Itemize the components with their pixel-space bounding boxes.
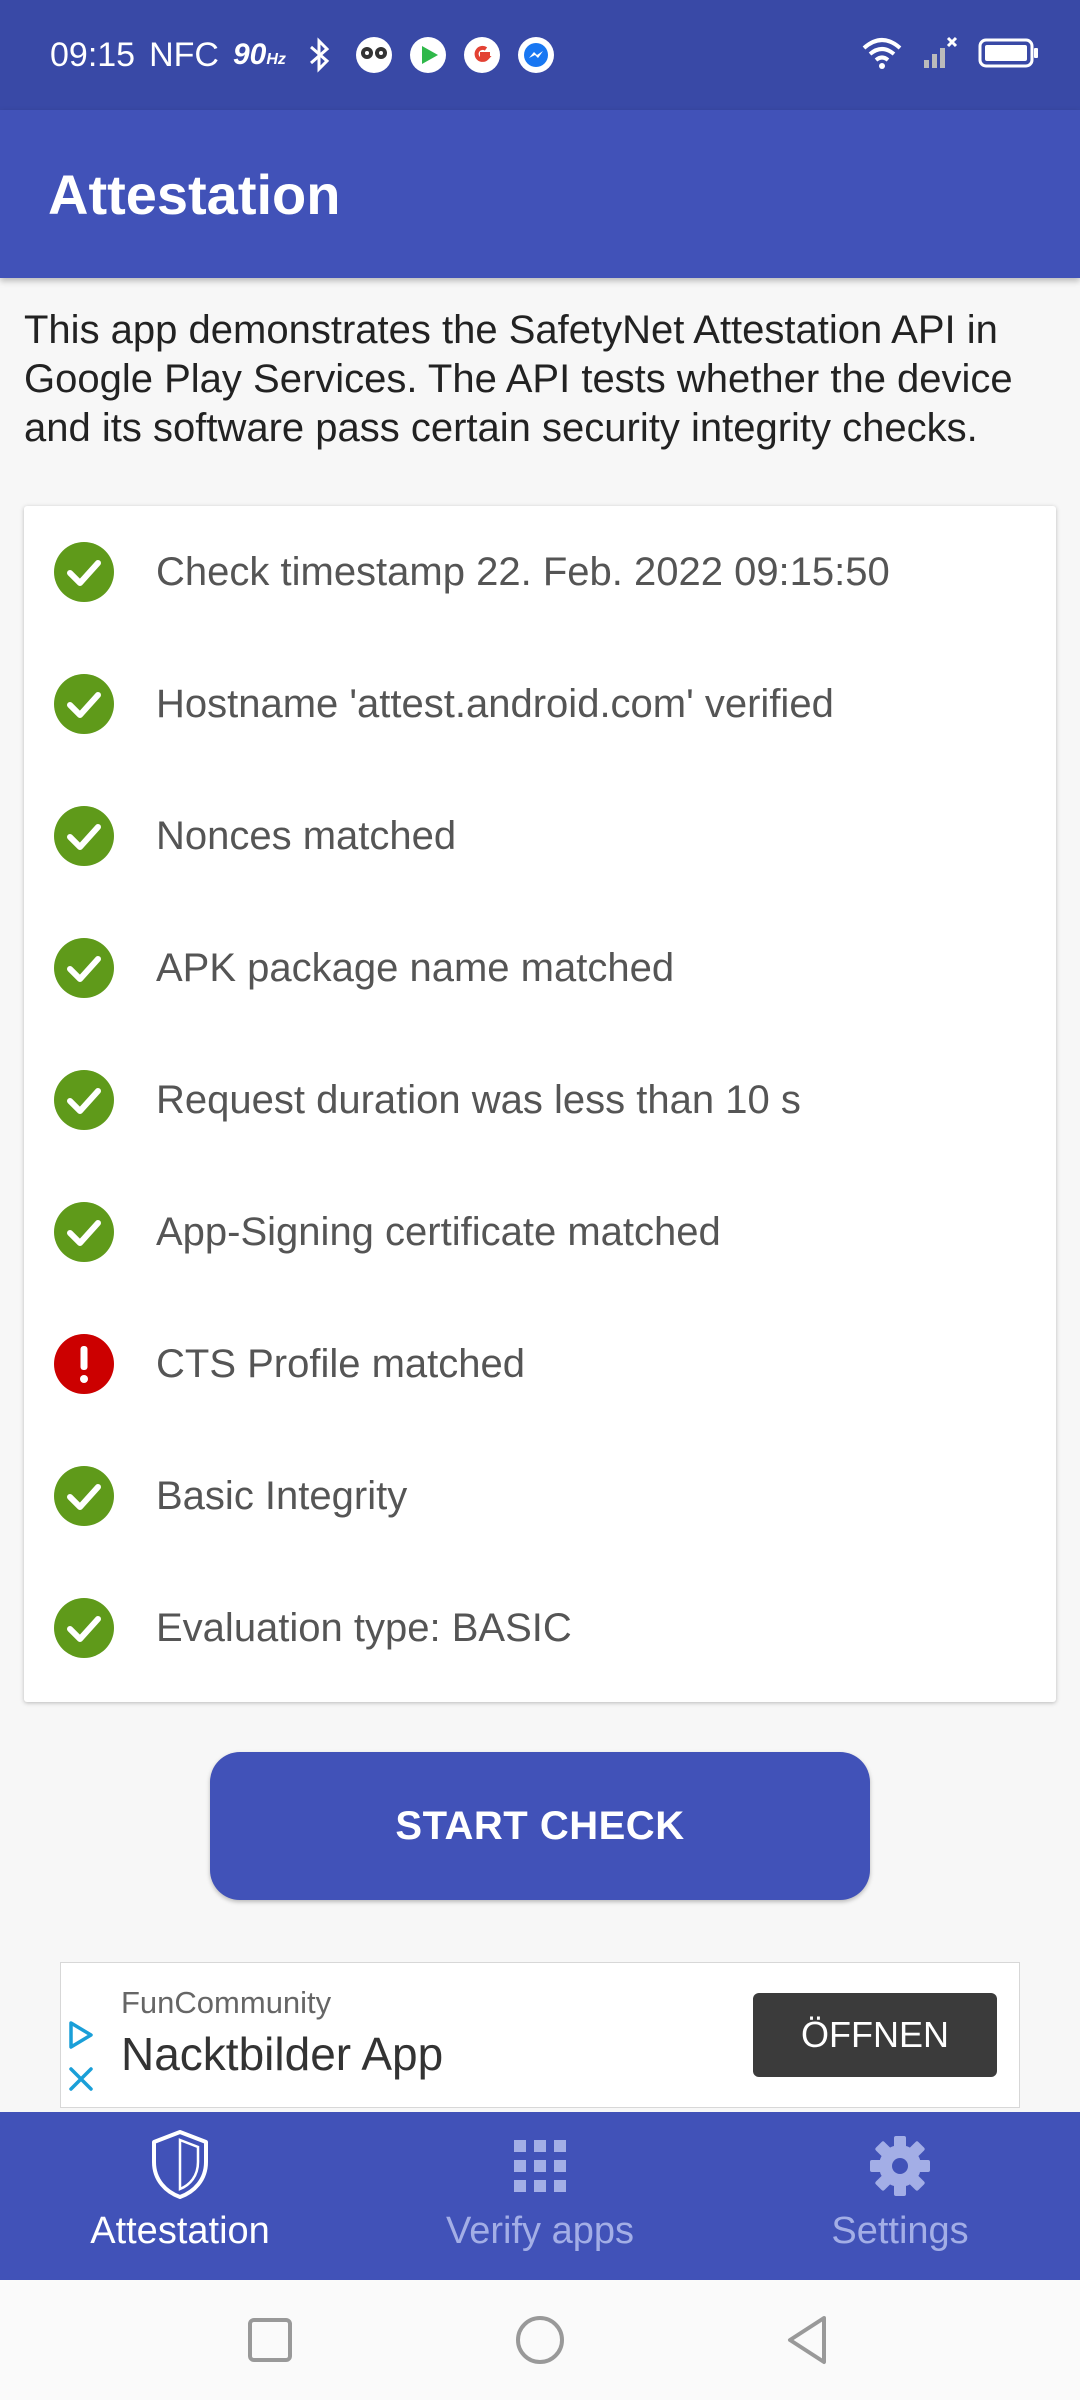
check-label: APK package name matched	[156, 945, 675, 990]
status-nfc: NFC	[149, 35, 219, 74]
nav-label: Settings	[831, 2210, 969, 2252]
intro-text: This app demonstrates the SafetyNet Atte…	[24, 308, 1013, 450]
check-row-timestamp: Check timestamp 22. Feb. 2022 09:15:50	[24, 506, 1056, 638]
check-label: Evaluation type: BASIC	[156, 1605, 572, 1650]
check-row-hostname: Hostname 'attest.android.com' verified	[24, 638, 1056, 770]
home-icon[interactable]	[510, 2310, 570, 2370]
check-pass-icon	[54, 542, 114, 602]
check-pass-icon	[54, 1466, 114, 1526]
apps-grid-icon	[514, 2140, 566, 2192]
status-refresh-rate: 90Hz	[232, 38, 286, 71]
check-fail-icon	[54, 1334, 114, 1394]
ad-headline[interactable]: Nacktbilder App	[121, 2027, 443, 2081]
check-pass-icon	[54, 674, 114, 734]
results-card: Check timestamp 22. Feb. 2022 09:15:50 H…	[24, 506, 1056, 1702]
check-label: Request duration was less than 10 s	[156, 1077, 801, 1122]
check-pass-icon	[54, 1598, 114, 1658]
nav-item-settings[interactable]: Settings	[720, 2112, 1080, 2280]
check-label: Hostname 'attest.android.com' verified	[156, 681, 834, 726]
check-label: Basic Integrity	[156, 1473, 408, 1518]
nav-label: Verify apps	[446, 2210, 634, 2252]
app-bar: Attestation	[0, 110, 1080, 278]
nav-label: Attestation	[90, 2210, 270, 2252]
signal-icon	[922, 36, 958, 75]
ad-advertiser: FunCommunity	[121, 1985, 332, 2020]
check-pass-icon	[54, 1070, 114, 1130]
page-title: Attestation	[48, 163, 341, 226]
ad-open-button[interactable]: ÖFFNEN	[753, 1993, 997, 2077]
check-label: Check timestamp 22. Feb. 2022 09:15:50	[156, 549, 890, 594]
start-check-button[interactable]: START CHECK	[210, 1752, 870, 1900]
check-row-nonces: Nonces matched	[24, 770, 1056, 902]
status-time: 09:15	[50, 35, 136, 74]
battery-icon	[978, 37, 1040, 74]
google-icon	[462, 35, 502, 75]
check-pass-icon	[54, 938, 114, 998]
gear-icon	[870, 2136, 930, 2196]
system-navigation-bar	[0, 2280, 1080, 2400]
owl-app-icon	[354, 35, 394, 75]
ad-banner[interactable]: FunCommunity Nacktbilder App ÖFFNEN	[60, 1962, 1020, 2108]
recent-apps-icon[interactable]	[240, 2310, 300, 2370]
check-label: CTS Profile matched	[156, 1341, 526, 1386]
check-label: Nonces matched	[156, 813, 457, 858]
bluetooth-icon	[300, 35, 340, 75]
check-row-apk-package: APK package name matched	[24, 902, 1056, 1034]
bottom-navigation: Attestation Verify apps Settings	[0, 2112, 1080, 2280]
nav-item-verify-apps[interactable]: Verify apps	[360, 2112, 720, 2280]
check-row-evaluation-type: Evaluation type: BASIC	[24, 1562, 1056, 1694]
play-store-icon	[408, 35, 448, 75]
check-row-request-duration: Request duration was less than 10 s	[24, 1034, 1056, 1166]
check-label: App-Signing certificate matched	[156, 1209, 721, 1254]
close-icon[interactable]	[67, 2065, 95, 2093]
shield-icon	[152, 2130, 208, 2199]
check-row-signing-cert: App-Signing certificate matched	[24, 1166, 1056, 1298]
check-pass-icon	[54, 1202, 114, 1262]
nav-item-attestation[interactable]: Attestation	[0, 2112, 360, 2280]
adchoices-icon[interactable]	[67, 2019, 95, 2051]
check-row-basic-integrity: Basic Integrity	[24, 1430, 1056, 1562]
check-pass-icon	[54, 806, 114, 866]
messenger-icon	[516, 35, 556, 75]
check-row-cts-profile: CTS Profile matched	[24, 1298, 1056, 1430]
status-bar: 09:15 NFC 90Hz	[0, 0, 1080, 110]
back-icon[interactable]	[778, 2310, 838, 2370]
wifi-icon	[862, 36, 902, 75]
